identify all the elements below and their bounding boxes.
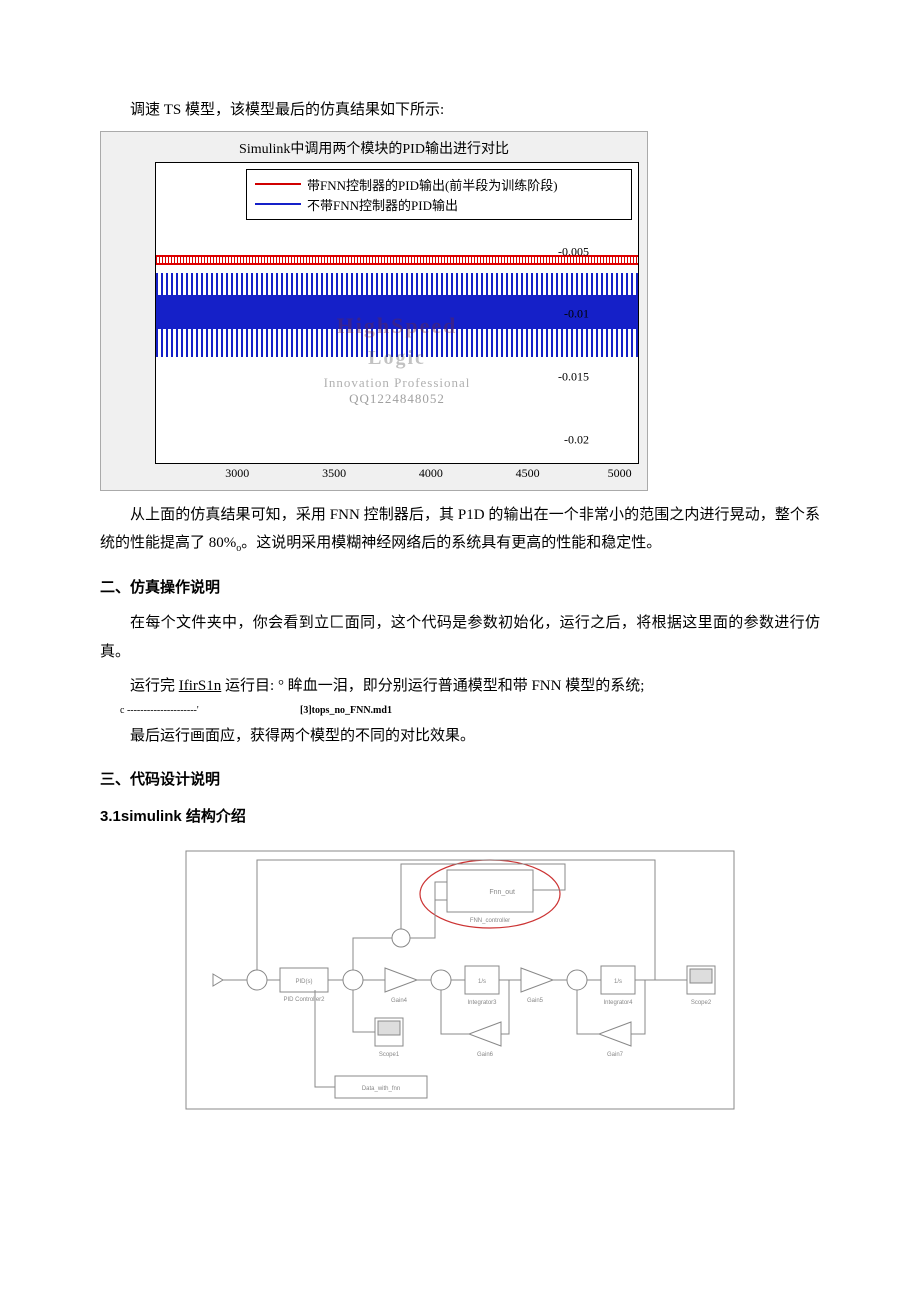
block-gain6: Gain6 bbox=[477, 1052, 494, 1058]
p3-a: 运行完 bbox=[130, 678, 179, 694]
block-int4-sym: 1/s bbox=[614, 979, 622, 985]
x-tick-4: 5000 bbox=[608, 466, 632, 481]
p3-b: 运行目: bbox=[221, 678, 274, 694]
degree-symbol: ° bbox=[274, 678, 284, 694]
block-gain7: Gain7 bbox=[607, 1052, 624, 1058]
legend-label-2: 不带FNN控制器的PID输出 bbox=[307, 195, 458, 214]
x-tick-1: 3500 bbox=[322, 466, 346, 481]
block-scope1: Scope1 bbox=[379, 1052, 400, 1058]
block-gain4: Gain4 bbox=[391, 998, 408, 1004]
legend-label-1: 带FNN控制器的PID输出(前半段为训练阶段) bbox=[307, 175, 558, 194]
chart-figure: Simulink中调用两个模块的PID输出进行对比 带FNN控制器的PID输出(… bbox=[100, 131, 648, 491]
footnote-right: [3]tops_no_FNN.md1 bbox=[300, 705, 500, 716]
block-pid-sub: PID Controller2 bbox=[283, 997, 325, 1003]
watermark-4: QQ1224848052 bbox=[349, 391, 445, 407]
x-tick-3: 4500 bbox=[516, 466, 540, 481]
heading-3-1: 3.1simulink 结构介绍 bbox=[100, 805, 820, 826]
footnote-left: c ---------------------' bbox=[120, 705, 250, 716]
chart-title: Simulink中调用两个模块的PID输出进行对比 bbox=[105, 138, 643, 158]
series-blue-lower-teeth bbox=[156, 329, 638, 357]
y-tick-2: -0.01 bbox=[543, 306, 589, 321]
paragraph-4: 最后运行画面应，获得两个模型的不同的对比效果。 bbox=[100, 722, 820, 751]
paragraph-3: 运行完 IfirS1n 运行目: ° 眸血一泪，即分别运行普通模型和带 FNN … bbox=[100, 672, 820, 701]
watermark-3: Innovation Professional bbox=[324, 375, 471, 391]
footnote-row: c ---------------------' [3]tops_no_FNN.… bbox=[100, 705, 820, 716]
block-pid: PID(s) bbox=[296, 979, 313, 985]
series-blue-upper-teeth bbox=[156, 273, 638, 295]
y-tick-1: -0.005 bbox=[543, 244, 589, 259]
block-fnn-label: Fnn_out bbox=[489, 889, 515, 896]
legend-swatch-blue bbox=[255, 203, 301, 205]
x-tick-0: 3000 bbox=[225, 466, 249, 481]
heading-section-2: 二、仿真操作说明 bbox=[100, 576, 820, 597]
intro-line: 调速 TS 模型，该模型最后的仿真结果如下所示: bbox=[100, 96, 820, 125]
block-int3: Integrator3 bbox=[467, 1000, 497, 1006]
heading-section-3: 三、代码设计说明 bbox=[100, 768, 820, 789]
simulink-diagram: Fnn_out FNN_controller PID(s) PID Contro… bbox=[185, 850, 735, 1110]
block-gain5: Gain5 bbox=[527, 998, 544, 1004]
p3-c: 眸血一泪，即分别运行普通模型和带 FNN 模型的系统; bbox=[284, 678, 644, 694]
block-int4: Integrator4 bbox=[603, 1000, 633, 1006]
y-tick-4: -0.02 bbox=[543, 432, 589, 447]
legend-swatch-red bbox=[255, 183, 301, 185]
block-int3-sym: 1/s bbox=[478, 979, 486, 985]
chart-legend: 带FNN控制器的PID输出(前半段为训练阶段) 不带FNN控制器的PID输出 bbox=[246, 169, 632, 220]
x-tick-2: 4000 bbox=[419, 466, 443, 481]
block-fnn-sub: FNN_controller bbox=[470, 918, 510, 924]
paragraph-2: 在每个文件夹中，你会看到立匚面同，这个代码是参数初始化，运行之后，将根据这里面的… bbox=[100, 609, 820, 666]
p3-underline: IfirS1n bbox=[179, 678, 222, 694]
block-scope2: Scope2 bbox=[691, 1000, 712, 1006]
after-chart-p1b: 。这说明采用模糊神经网络后的系统具有更高的性能和稳定性。 bbox=[241, 535, 661, 551]
y-tick-3: -0.015 bbox=[543, 369, 589, 384]
block-tws: Data_with_fnn bbox=[362, 1086, 400, 1092]
after-chart-paragraph: 从上面的仿真结果可知，采用 FNN 控制器后，其 P1D 的输出在一个非常小的范… bbox=[100, 501, 820, 559]
